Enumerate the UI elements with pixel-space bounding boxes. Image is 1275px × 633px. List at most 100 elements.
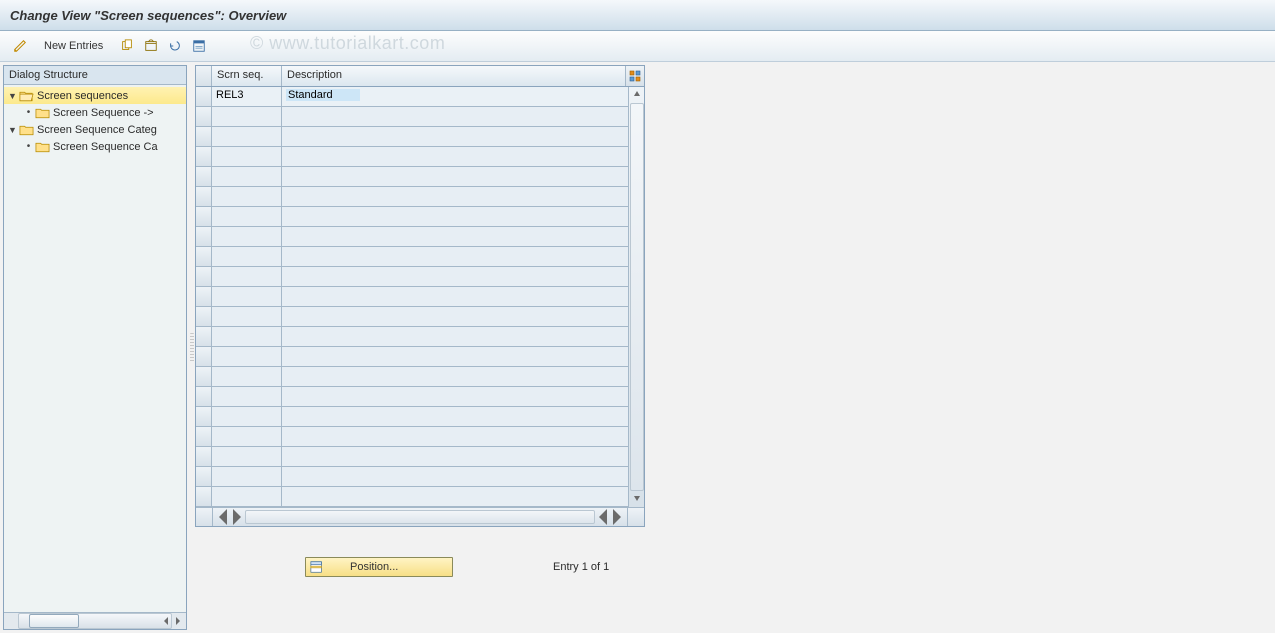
column-header-scrn-seq[interactable]: Scrn seq. bbox=[212, 66, 282, 86]
tree-toggle-icon[interactable]: ▼ bbox=[8, 91, 17, 101]
cell-description[interactable] bbox=[282, 307, 628, 326]
scrollbar-thumb[interactable] bbox=[29, 614, 79, 628]
row-selector[interactable] bbox=[196, 427, 212, 446]
tree-item-screen-sequence-categ[interactable]: ▼ Screen Sequence Categ bbox=[4, 121, 186, 138]
cell-scrn-seq[interactable] bbox=[212, 307, 282, 326]
row-selector[interactable] bbox=[196, 487, 212, 506]
row-selector[interactable] bbox=[196, 407, 212, 426]
cell-description[interactable] bbox=[282, 387, 628, 406]
tree-horizontal-scrollbar[interactable] bbox=[4, 612, 186, 629]
cell-scrn-seq[interactable] bbox=[212, 447, 282, 466]
delete-icon[interactable] bbox=[141, 36, 161, 56]
row-selector[interactable] bbox=[196, 167, 212, 186]
row-selector[interactable] bbox=[196, 187, 212, 206]
table-row[interactable] bbox=[196, 287, 628, 307]
cell-scrn-seq[interactable] bbox=[212, 207, 282, 226]
tree-toggle-icon[interactable]: ▼ bbox=[8, 125, 17, 135]
select-all-icon[interactable] bbox=[189, 36, 209, 56]
row-selector[interactable] bbox=[196, 247, 212, 266]
cell-description[interactable]: Standard bbox=[282, 87, 628, 106]
scroll-left-icon[interactable] bbox=[597, 511, 609, 523]
table-settings-icon[interactable] bbox=[626, 66, 644, 86]
scroll-up-icon[interactable] bbox=[633, 89, 641, 101]
toggle-change-icon[interactable] bbox=[10, 36, 30, 56]
cell-scrn-seq[interactable] bbox=[212, 167, 282, 186]
row-selector[interactable] bbox=[196, 287, 212, 306]
vertical-scrollbar[interactable] bbox=[628, 87, 644, 507]
cell-description[interactable] bbox=[282, 207, 628, 226]
scroll-left-icon[interactable] bbox=[217, 511, 229, 523]
table-row[interactable] bbox=[196, 187, 628, 207]
cell-description[interactable] bbox=[282, 287, 628, 306]
scroll-right-icon[interactable] bbox=[172, 614, 184, 628]
copy-as-icon[interactable] bbox=[117, 36, 137, 56]
table-row[interactable] bbox=[196, 327, 628, 347]
table-row[interactable] bbox=[196, 347, 628, 367]
scroll-left-icon[interactable] bbox=[160, 614, 172, 628]
scrollbar-track[interactable] bbox=[245, 510, 595, 524]
table-row[interactable] bbox=[196, 127, 628, 147]
cell-scrn-seq[interactable] bbox=[212, 127, 282, 146]
table-row[interactable] bbox=[196, 247, 628, 267]
cell-scrn-seq[interactable] bbox=[212, 347, 282, 366]
row-selector[interactable] bbox=[196, 387, 212, 406]
row-selector[interactable] bbox=[196, 367, 212, 386]
cell-scrn-seq[interactable] bbox=[212, 107, 282, 126]
cell-scrn-seq[interactable] bbox=[212, 327, 282, 346]
row-selector-header[interactable] bbox=[196, 66, 212, 86]
table-row[interactable] bbox=[196, 207, 628, 227]
row-selector[interactable] bbox=[196, 147, 212, 166]
row-selector[interactable] bbox=[196, 307, 212, 326]
column-header-description[interactable]: Description bbox=[282, 66, 626, 86]
cell-description[interactable] bbox=[282, 107, 628, 126]
cell-description[interactable] bbox=[282, 127, 628, 146]
cell-scrn-seq[interactable] bbox=[212, 487, 282, 506]
tree-item-screen-sequence-assignment[interactable]: • Screen Sequence -> bbox=[4, 104, 186, 121]
cell-scrn-seq[interactable] bbox=[212, 407, 282, 426]
row-selector[interactable] bbox=[196, 87, 212, 106]
cell-description[interactable] bbox=[282, 147, 628, 166]
cell-description[interactable] bbox=[282, 427, 628, 446]
row-selector[interactable] bbox=[196, 227, 212, 246]
cell-scrn-seq[interactable] bbox=[212, 267, 282, 286]
tree-item-screen-sequences[interactable]: ▼ Screen sequences bbox=[4, 87, 186, 104]
row-selector[interactable] bbox=[196, 107, 212, 126]
table-row[interactable] bbox=[196, 447, 628, 467]
row-selector[interactable] bbox=[196, 207, 212, 226]
cell-scrn-seq[interactable] bbox=[212, 187, 282, 206]
cell-scrn-seq[interactable] bbox=[212, 247, 282, 266]
cell-scrn-seq[interactable] bbox=[212, 367, 282, 386]
row-selector[interactable] bbox=[196, 347, 212, 366]
row-selector[interactable] bbox=[196, 447, 212, 466]
cell-description[interactable] bbox=[282, 247, 628, 266]
cell-description[interactable] bbox=[282, 227, 628, 246]
cell-scrn-seq[interactable] bbox=[212, 147, 282, 166]
cell-description[interactable] bbox=[282, 267, 628, 286]
cell-description[interactable] bbox=[282, 407, 628, 426]
cell-description[interactable] bbox=[282, 187, 628, 206]
cell-scrn-seq[interactable]: REL3 bbox=[212, 87, 282, 106]
table-row[interactable] bbox=[196, 227, 628, 247]
cell-scrn-seq[interactable] bbox=[212, 387, 282, 406]
table-row[interactable] bbox=[196, 167, 628, 187]
horizontal-scrollbar[interactable] bbox=[196, 507, 644, 526]
cell-description[interactable] bbox=[282, 367, 628, 386]
table-row[interactable] bbox=[196, 427, 628, 447]
row-selector[interactable] bbox=[196, 327, 212, 346]
cell-description[interactable] bbox=[282, 447, 628, 466]
tree-item-screen-sequence-ca[interactable]: • Screen Sequence Ca bbox=[4, 138, 186, 155]
table-row[interactable]: REL3Standard bbox=[196, 87, 628, 107]
table-row[interactable] bbox=[196, 267, 628, 287]
scroll-right-icon[interactable] bbox=[611, 511, 623, 523]
cell-scrn-seq[interactable] bbox=[212, 427, 282, 446]
undo-icon[interactable] bbox=[165, 36, 185, 56]
cell-description[interactable] bbox=[282, 167, 628, 186]
scrollbar-track[interactable] bbox=[630, 103, 644, 491]
table-row[interactable] bbox=[196, 387, 628, 407]
cell-description[interactable] bbox=[282, 327, 628, 346]
table-row[interactable] bbox=[196, 107, 628, 127]
row-selector[interactable] bbox=[196, 467, 212, 486]
row-selector[interactable] bbox=[196, 127, 212, 146]
scrollbar-track[interactable] bbox=[18, 613, 172, 629]
table-row[interactable] bbox=[196, 487, 628, 507]
